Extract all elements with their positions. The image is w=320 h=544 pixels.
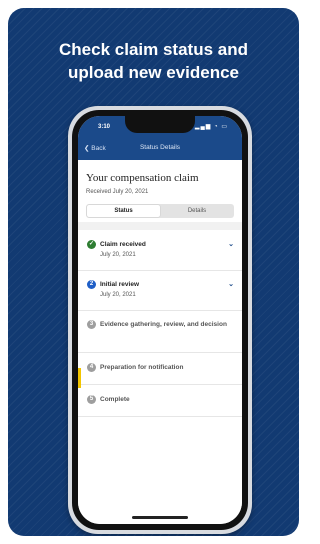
check-circle-icon: ✓ <box>87 240 96 249</box>
step-label: Evidence gathering, review, and decision <box>100 321 227 328</box>
claim-title: Your compensation claim <box>86 172 199 184</box>
status-steps-list: ✓ Claim received July 20, 2021 ⌄ 2 Initi… <box>78 230 242 524</box>
claim-received-date: Received July 20, 2021 <box>86 189 149 195</box>
chevron-down-icon[interactable]: ⌄ <box>228 280 234 288</box>
step-label: Claim received <box>100 241 146 248</box>
step-complete: 5 Complete <box>78 384 242 417</box>
step-label: Preparation for notification <box>100 364 184 371</box>
alert-indicator <box>78 368 81 388</box>
step-preparation: 4 Preparation for notification <box>78 352 242 385</box>
tab-details[interactable]: Details <box>160 205 234 217</box>
step-number-icon: 3 <box>87 320 96 329</box>
step-number-icon: 5 <box>87 395 96 404</box>
step-label: Complete <box>100 396 130 403</box>
chevron-down-icon[interactable]: ⌄ <box>228 240 234 248</box>
step-initial-review[interactable]: 2 Initial review July 20, 2021 ⌄ <box>78 270 242 311</box>
step-number-icon: 4 <box>87 363 96 372</box>
navigation-bar: ❮ Back Status Details <box>78 138 242 160</box>
headline: Check claim status and upload new eviden… <box>8 38 299 84</box>
phone-notch <box>125 116 195 133</box>
step-date: July 20, 2021 <box>100 252 136 258</box>
status-time: 3:10 <box>98 124 111 130</box>
headline-line-2: upload new evidence <box>68 63 239 82</box>
home-indicator <box>132 516 188 519</box>
step-claim-received[interactable]: ✓ Claim received July 20, 2021 ⌄ <box>78 230 242 271</box>
signal-wifi-battery-icon: ▂▄▆ ◔ ▭ <box>194 124 228 130</box>
status-details-toggle: Status Details <box>86 204 234 218</box>
phone-frame: 3:10 ▂▄▆ ◔ ▭ ❮ Back Status Details Your … <box>68 106 252 534</box>
phone-screen: 3:10 ▂▄▆ ◔ ▭ ❮ Back Status Details Your … <box>78 116 242 524</box>
claim-header: Your compensation claim Received July 20… <box>78 160 242 222</box>
tab-status[interactable]: Status <box>87 205 160 217</box>
step-label: Initial review <box>100 281 140 288</box>
nav-title: Status Details <box>139 144 181 151</box>
promo-card: Check claim status and upload new eviden… <box>8 8 299 536</box>
headline-line-1: Check claim status and <box>59 40 248 59</box>
phone-bezel: 3:10 ▂▄▆ ◔ ▭ ❮ Back Status Details Your … <box>72 110 248 530</box>
step-date: July 20, 2021 <box>100 292 136 298</box>
step-number-icon: 2 <box>87 280 96 289</box>
step-evidence-gathering: 3 Evidence gathering, review, and decisi… <box>78 310 242 353</box>
